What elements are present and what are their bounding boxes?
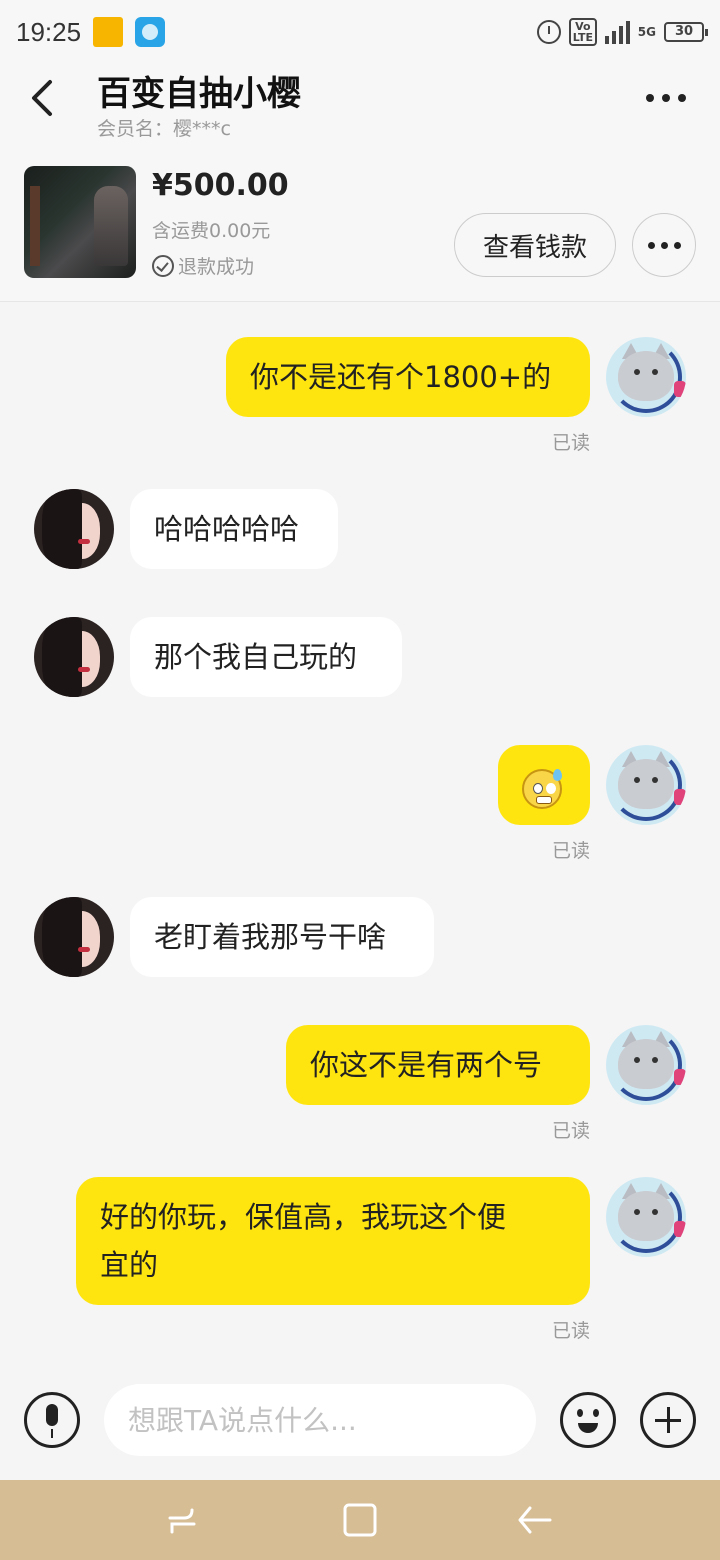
folder-notification-icon [93,17,124,47]
chat-header: 百变自抽小樱 会员名：樱***c [0,64,720,154]
contact-avatar[interactable] [34,897,114,977]
more-options-button[interactable] [646,86,690,110]
contact-avatar[interactable] [34,617,114,697]
message-text: 老盯着我那号干啥 [154,920,387,954]
product-price: ¥500.00 [152,168,289,203]
more-dots-icon [647,241,655,249]
my-avatar[interactable] [606,745,686,825]
refund-status-label: 退款成功 [178,256,255,278]
view-money-button[interactable]: 查看钱款 [454,213,616,277]
input-bar [0,1372,720,1480]
refund-status: 退款成功 [152,252,254,279]
back-arrow-icon [32,80,52,116]
their-message-bubble[interactable]: 那个我自己玩的 [130,617,402,697]
read-receipt: 已读 [551,1320,590,1342]
page-title: 百变自抽小樱 [97,74,301,114]
my-avatar[interactable] [606,1025,686,1105]
my-avatar[interactable] [606,337,686,417]
product-card: ¥500.00 含运费0.00元 退款成功 查看钱款 [0,154,720,302]
alarm-icon [536,20,561,44]
message-text-line: 好的你玩，保值高，我玩这个便 [100,1200,507,1234]
read-receipt: 已读 [551,432,590,454]
network-type: 5G [637,25,656,39]
message-text: 你这不是有两个号 [310,1048,543,1082]
their-message-bubble[interactable]: 老盯着我那号干啥 [130,897,434,977]
signal-icon [604,20,630,44]
status-indicators: Vo LTE 5G 30 [536,18,708,46]
recent-apps-button[interactable] [162,1500,202,1540]
message-text: 哈哈哈哈哈 [154,512,300,546]
product-thumbnail[interactable] [24,166,136,278]
message-input[interactable] [104,1384,536,1456]
anxious-face-emoji-icon [522,769,562,809]
battery-icon: 30 [664,22,708,42]
plus-button[interactable] [640,1392,696,1448]
my-message-bubble[interactable]: 好的你玩，保值高，我玩这个便 宜的 [76,1177,590,1305]
volte-icon: Vo LTE [568,18,597,46]
message-text: 那个我自己玩的 [154,640,358,674]
my-message-bubble[interactable]: 你不是还有个1800+的 [226,337,590,417]
read-receipt: 已读 [551,840,590,862]
recent-apps-icon [168,1508,196,1534]
contact-avatar[interactable] [34,489,114,569]
check-circle-icon [152,254,174,277]
microphone-button[interactable] [24,1392,80,1448]
emoji-button[interactable] [560,1392,616,1448]
status-time: 19:25 [16,16,82,47]
back-nav-button[interactable] [516,1500,556,1540]
back-nav-icon [518,1506,552,1534]
home-button[interactable] [340,1500,380,1540]
home-icon [343,1503,377,1537]
my-emoji-bubble[interactable] [498,745,590,825]
status-bar: 19:25 Vo LTE 5G 30 [0,0,720,64]
shipping-fee: 含运费0.00元 [152,220,271,242]
read-receipt: 已读 [551,1120,590,1142]
card-more-button[interactable] [632,213,696,277]
message-text-line: 宜的 [100,1248,159,1282]
system-nav-bar [0,1480,720,1560]
back-button[interactable] [24,76,64,120]
member-name: 会员名：樱***c [97,118,231,140]
more-dots-icon [646,94,654,102]
their-message-bubble[interactable]: 哈哈哈哈哈 [130,489,338,569]
my-avatar[interactable] [606,1177,686,1257]
app-notification-icon [135,17,166,47]
message-text: 你不是还有个1800+的 [250,360,552,394]
my-message-bubble[interactable]: 你这不是有两个号 [286,1025,590,1105]
